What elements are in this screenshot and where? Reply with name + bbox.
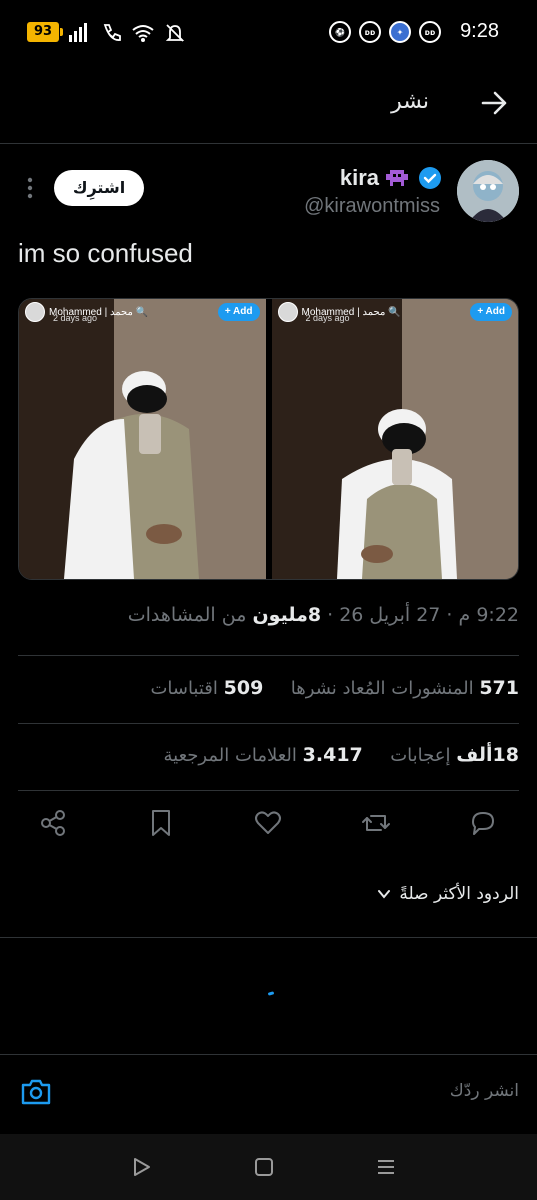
- avatar-image: [457, 160, 519, 222]
- chevron-down-icon: [378, 890, 391, 899]
- media-add-button: + Add: [217, 303, 260, 321]
- bookmarks-label[interactable]: العلامات المرجعية: [164, 745, 297, 766]
- shield-app-icon: ✦: [389, 21, 411, 43]
- reply-icon[interactable]: [468, 808, 498, 838]
- back-triangle-icon[interactable]: [131, 1156, 153, 1178]
- tweet-time: 9:22 م: [458, 604, 519, 626]
- back-arrow-icon[interactable]: [479, 88, 509, 118]
- top-navigation: نشر: [0, 64, 537, 144]
- views-count: 8مليون: [252, 604, 322, 626]
- tweet-meta: 9:22 م · 27 أبريل 26 · 8مليون من المشاهد…: [127, 604, 519, 626]
- system-navigation-bar: [0, 1134, 537, 1200]
- photo-illustration: [19, 299, 266, 579]
- reply-composer[interactable]: انشر ردّك: [0, 1054, 537, 1132]
- loading-spinner: [267, 991, 275, 996]
- clock: 9:28: [460, 20, 499, 42]
- reply-input[interactable]: انشر ردّك: [450, 1081, 519, 1101]
- reposts-quotes-row: 571 المنشورات المُعاد نشرها 509 اقتباسات: [150, 677, 519, 699]
- subscribe-button[interactable]: اشترِك: [54, 170, 144, 206]
- tweet-date: 27 أبريل 26: [339, 604, 441, 626]
- reposts-count[interactable]: 571: [479, 677, 519, 699]
- mute-icon: [165, 24, 185, 42]
- likes-label[interactable]: إعجابات: [390, 745, 450, 766]
- avatar[interactable]: [457, 160, 519, 222]
- media-author-avatar: [25, 302, 45, 322]
- space-invader-icon: [386, 170, 408, 186]
- display-name[interactable]: kira: [340, 165, 379, 191]
- action-bar: [0, 808, 537, 848]
- divider: [18, 790, 519, 791]
- divider: [18, 723, 519, 724]
- tweet-text: im so confused: [18, 238, 193, 268]
- status-bar: 93 ⚽ ᴅᴅ ✦ ᴅᴅ 9:28: [0, 0, 537, 64]
- media-timestamp: 2 days ago: [53, 313, 98, 323]
- media-add-button: + Add: [470, 303, 512, 321]
- home-square-icon[interactable]: [253, 1156, 275, 1178]
- bookmark-icon[interactable]: [146, 808, 176, 838]
- recents-menu-icon[interactable]: [375, 1156, 397, 1178]
- page-title: نشر: [391, 89, 429, 114]
- media-author-avatar: [277, 302, 298, 322]
- divider: [0, 937, 537, 938]
- quotes-count[interactable]: 509: [224, 677, 264, 699]
- replies-sort-label: الردود الأكثر صلةً: [399, 884, 519, 904]
- replies-sort-dropdown[interactable]: الردود الأكثر صلةً: [377, 884, 519, 904]
- divider: [18, 655, 519, 656]
- quotes-label[interactable]: اقتباسات: [150, 678, 217, 699]
- photo-illustration: [271, 299, 518, 579]
- reposts-label[interactable]: المنشورات المُعاد نشرها: [291, 678, 474, 699]
- views-label: من المشاهدات: [127, 604, 247, 626]
- media-photo-2[interactable]: Mohammed | محمد 🔍 2 days ago + Add: [271, 299, 518, 579]
- more-options-icon[interactable]: [24, 174, 36, 202]
- like-heart-icon[interactable]: [253, 808, 283, 838]
- call-icon: [103, 24, 121, 41]
- camera-icon[interactable]: [20, 1077, 52, 1107]
- likes-bookmarks-row: 18ألف إعجابات 3.417 العلامات المرجعية: [164, 744, 520, 766]
- media-timestamp: 2 days ago: [305, 313, 350, 323]
- media-photo-1[interactable]: Mohammed | محمد 🔍 2 days ago + Add: [19, 299, 266, 579]
- verified-badge-icon: [419, 167, 441, 189]
- signal-icon: [69, 23, 87, 42]
- likes-count[interactable]: 18ألف: [456, 744, 519, 766]
- repost-icon[interactable]: [361, 808, 391, 838]
- bookmarks-count[interactable]: 3.417: [303, 744, 363, 766]
- share-icon[interactable]: [38, 808, 68, 838]
- wifi-icon: [132, 25, 154, 42]
- battery-indicator: 93: [27, 22, 63, 42]
- media-gallery[interactable]: Mohammed | محمد 🔍 2 days ago + Add Moham…: [18, 298, 519, 580]
- user-handle[interactable]: @kirawontmiss: [304, 195, 440, 218]
- app-icon: ᴅᴅ: [419, 21, 441, 43]
- app-icon: ᴅᴅ: [359, 21, 381, 43]
- ball-icon: ⚽: [329, 21, 351, 43]
